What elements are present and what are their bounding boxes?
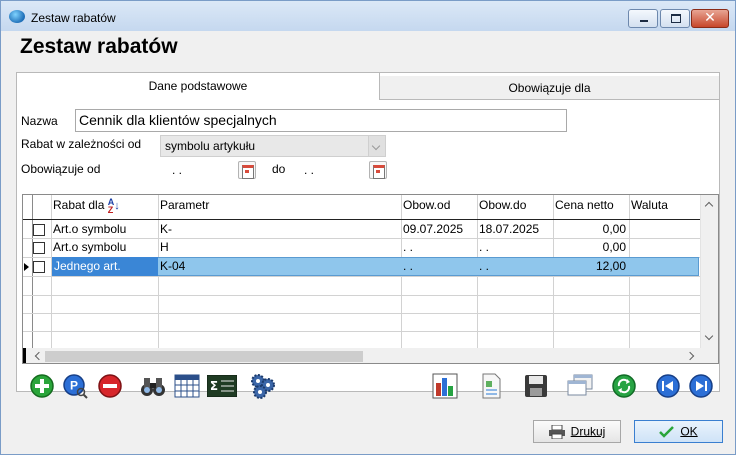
table-cell-cena-netto[interactable]: 0,00: [553, 238, 629, 256]
save-icon[interactable]: [523, 373, 549, 399]
row-indicator-icon: [24, 263, 29, 271]
scroll-right-icon[interactable]: [685, 351, 695, 361]
rebate-select[interactable]: symbolu artykułu: [160, 135, 386, 157]
rebate-select-value: symbolu artykułu: [165, 139, 256, 153]
close-button[interactable]: ✕: [691, 9, 729, 28]
maximize-icon: [671, 14, 681, 23]
scroll-down-icon[interactable]: [704, 331, 714, 341]
table-cell-rabat-dla[interactable]: Art.o symbolu: [51, 220, 158, 238]
ok-label: OK: [680, 424, 698, 439]
table-cell-waluta[interactable]: [629, 220, 699, 238]
first-record-icon[interactable]: [655, 373, 681, 399]
table-cell-obow-do[interactable]: . .: [477, 257, 553, 275]
svg-text:P: P: [70, 379, 78, 393]
table-cell-obow-od[interactable]: 09.07.2025: [401, 220, 477, 238]
dialog-content: Zestaw rabatów Dane podstawowe Obowiązuj…: [2, 31, 734, 454]
valid-to-input[interactable]: . .: [292, 159, 368, 181]
dialog-window: Zestaw rabatów ✕ Zestaw rabatów Dane pod…: [0, 0, 736, 455]
windows-icon[interactable]: [567, 373, 593, 399]
table-cell-parametr[interactable]: K-04: [158, 257, 401, 275]
scroll-left-icon[interactable]: [34, 351, 44, 361]
document-icon[interactable]: [478, 373, 504, 399]
column-header-obow-do[interactable]: Obow.do: [477, 195, 526, 219]
table-cell-waluta[interactable]: [629, 257, 699, 275]
table-cell-waluta[interactable]: [629, 238, 699, 256]
sort-arrow-icon: ↓: [114, 200, 120, 212]
svg-text:Σ: Σ: [210, 379, 218, 393]
add-icon[interactable]: [29, 373, 55, 399]
column-header-obow-od[interactable]: Obow.od: [401, 195, 450, 219]
binoculars-icon[interactable]: [140, 373, 166, 399]
sum-icon[interactable]: Σ: [207, 375, 237, 397]
table-cell-rabat-dla[interactable]: Art.o symbolu: [51, 238, 158, 256]
chevron-down-icon[interactable]: [368, 136, 385, 156]
scroll-up-icon[interactable]: [704, 201, 714, 211]
column-header-rabat-dla[interactable]: Rabat dla A Z↓: [51, 195, 120, 219]
table-filter-icon[interactable]: [174, 373, 200, 399]
maximize-button[interactable]: [660, 9, 690, 28]
valid-from-label: Obowiązuje od: [21, 162, 101, 176]
row-checkbox[interactable]: [33, 224, 45, 236]
search-edit-icon[interactable]: P: [62, 373, 88, 399]
table-cell-rabat-dla[interactable]: Jednego art.: [52, 257, 158, 275]
minimize-icon: [640, 20, 648, 22]
table-cell-parametr[interactable]: K-: [158, 220, 401, 238]
table-body: Rabat dla A Z↓ Parametr Obow.od Obow.do C…: [23, 195, 700, 350]
row-checkbox[interactable]: [33, 242, 45, 254]
app-icon: [9, 10, 25, 23]
tab-obowiazuje-dla[interactable]: Obowiązuje dla: [380, 76, 719, 100]
table-cell-obow-od[interactable]: . .: [401, 238, 477, 256]
column-header-waluta[interactable]: Waluta: [629, 195, 668, 219]
delete-icon[interactable]: [97, 373, 123, 399]
title-bar[interactable]: Zestaw rabatów ✕: [1, 1, 735, 31]
printer-icon: [548, 424, 565, 439]
table-cell-parametr[interactable]: H: [158, 238, 401, 256]
valid-to-label-text: do: [272, 162, 286, 176]
name-input[interactable]: Cennik dla klientów specjalnych: [75, 109, 567, 132]
print-label: Drukuj: [570, 424, 606, 439]
table-cell-obow-do[interactable]: . .: [477, 238, 553, 256]
tab-dane-podstawowe[interactable]: Dane podstawowe: [17, 73, 380, 100]
vertical-scrollbar[interactable]: [700, 195, 718, 348]
minimize-button[interactable]: [628, 9, 658, 28]
window-title: Zestaw rabatów: [31, 11, 116, 25]
column-header-cena-netto[interactable]: Cena netto: [553, 195, 614, 219]
valid-from-input[interactable]: . .: [160, 159, 236, 181]
settings-icon[interactable]: [250, 373, 276, 399]
horizontal-scrollbar[interactable]: [23, 348, 718, 363]
scrollbar-thumb[interactable]: [45, 351, 363, 362]
page-title: Zestaw rabatów: [20, 35, 178, 58]
table-cell-cena-netto[interactable]: 0,00: [553, 220, 629, 238]
rebate-label: Rabat w zależności od: [21, 137, 142, 151]
row-checkbox[interactable]: [33, 261, 45, 273]
ok-button[interactable]: OK: [634, 420, 723, 443]
refresh-icon[interactable]: [611, 373, 637, 399]
calendar-from-icon[interactable]: [238, 161, 256, 179]
table-cell-cena-netto[interactable]: 12,00: [553, 257, 629, 275]
checkmark-icon: [659, 425, 675, 438]
close-icon: ✕: [704, 10, 716, 26]
table-cell-obow-od[interactable]: . .: [401, 257, 477, 275]
rebates-table[interactable]: Rabat dla A Z↓ Parametr Obow.od Obow.do C…: [22, 194, 719, 364]
table-cell-obow-do[interactable]: 18.07.2025: [477, 220, 553, 238]
calendar-to-icon[interactable]: [369, 161, 387, 179]
chart-icon[interactable]: [432, 373, 458, 399]
column-header-parametr[interactable]: Parametr: [158, 195, 209, 219]
name-label: Nazwa: [21, 114, 58, 128]
last-record-icon[interactable]: [688, 373, 714, 399]
print-button[interactable]: Drukuj: [533, 420, 621, 443]
